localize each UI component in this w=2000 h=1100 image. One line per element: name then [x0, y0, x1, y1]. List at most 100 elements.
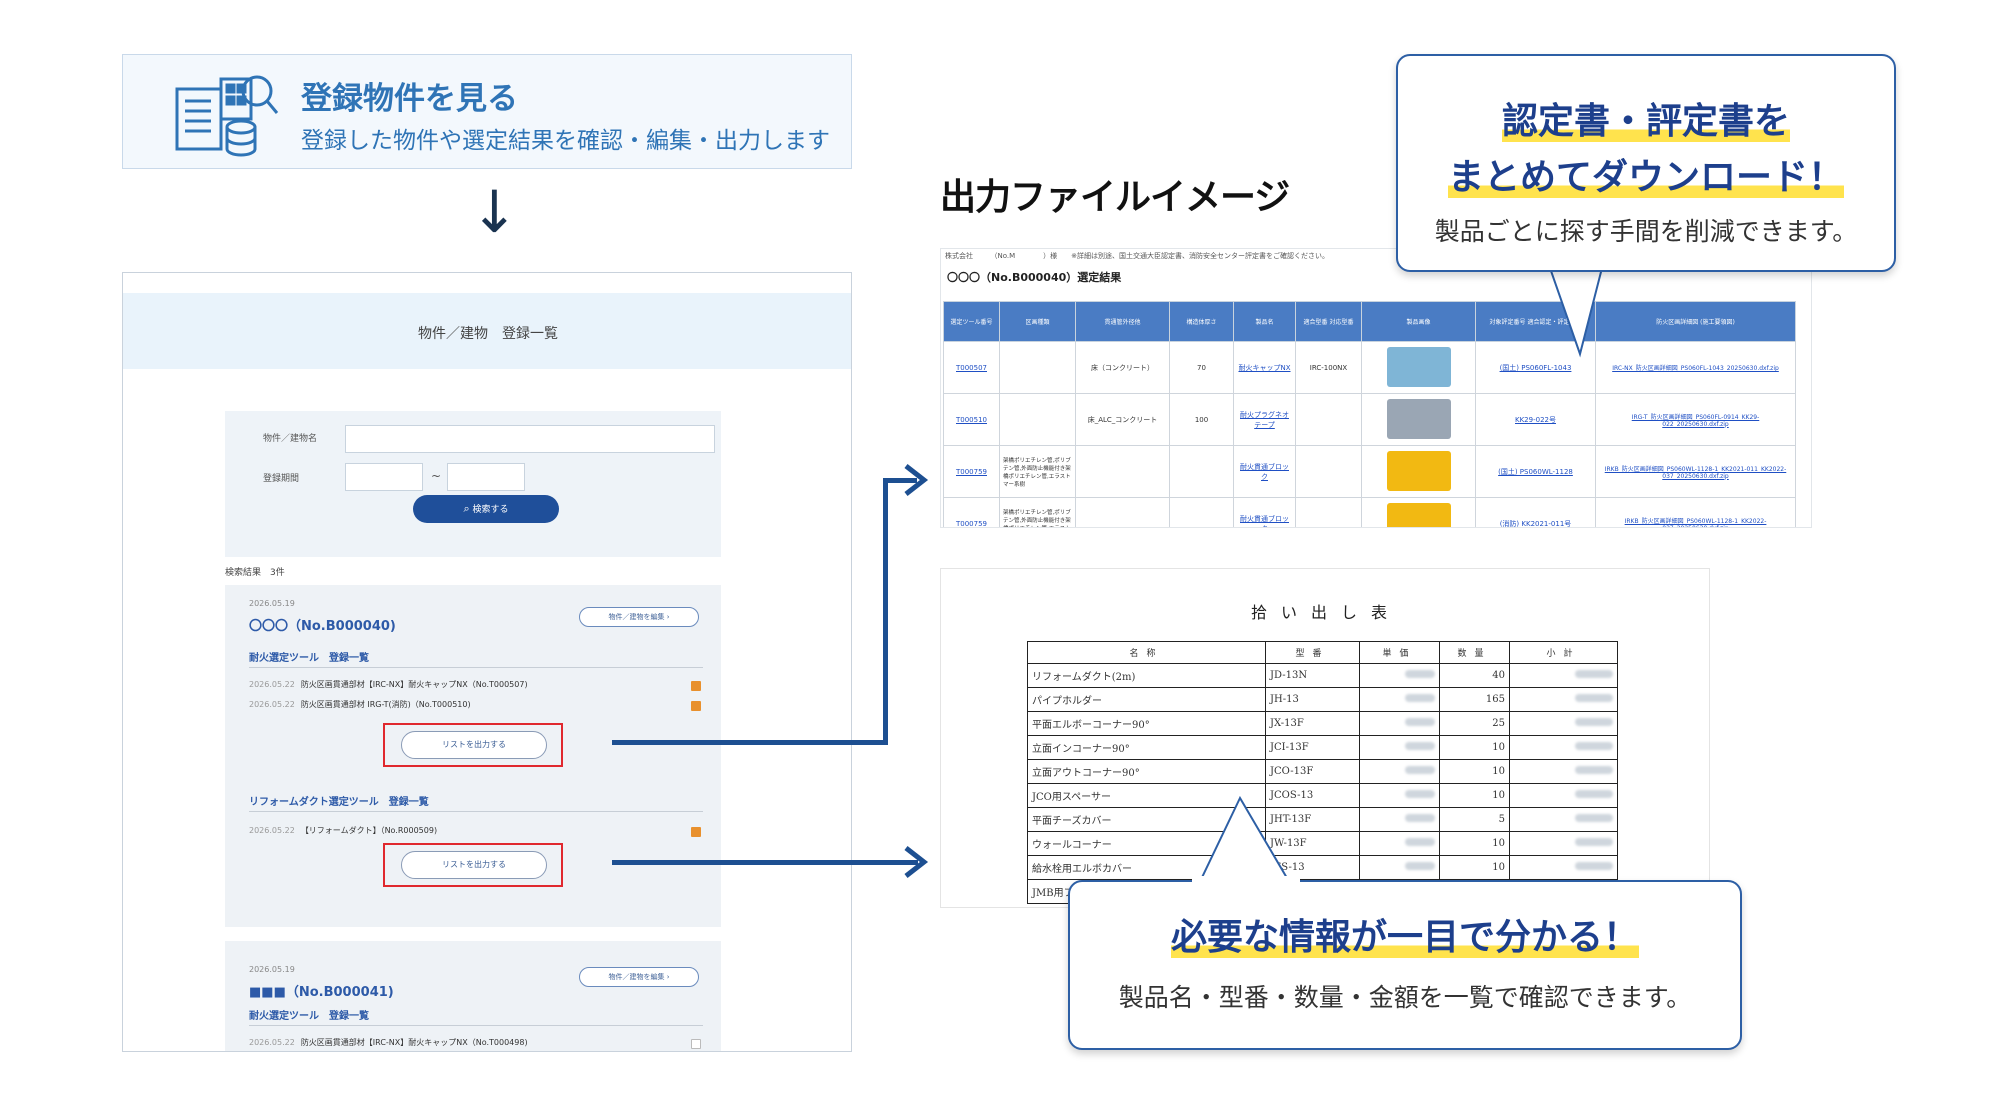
- edit-property-button[interactable]: 物件／建物を編集 ›: [579, 607, 699, 627]
- search-panel: 物件／建物名 登録期間 ~: [225, 411, 721, 557]
- property-name-input[interactable]: [345, 425, 715, 453]
- period-end-input[interactable]: [447, 463, 525, 491]
- table-cell: [1509, 711, 1618, 736]
- connector-line: [883, 478, 888, 745]
- connector-line: [612, 740, 888, 745]
- table-cell[interactable]: (国土) PS060WL-1128: [1475, 445, 1596, 498]
- table-row: 給水栓用エルボカバー JES-13 10: [1027, 855, 1618, 880]
- takeoff-column-header: 単価: [1359, 641, 1440, 664]
- product-image: [1361, 445, 1476, 498]
- search-button[interactable]: ⌕ 検索する: [413, 495, 559, 523]
- table-cell: 5: [1439, 807, 1510, 832]
- table-cell: [1075, 497, 1170, 527]
- period-label: 登録期間: [263, 474, 300, 484]
- redacted-value: [1405, 814, 1435, 822]
- sheet-column-header: 適合型番 対応型番: [1295, 301, 1362, 342]
- down-arrow-icon: ↓: [470, 178, 519, 246]
- table-cell: [1509, 663, 1618, 688]
- table-cell: [1359, 807, 1440, 832]
- output-image-title: 出力ファイルイメージ: [940, 177, 1290, 218]
- item-date: 2026.05.22: [249, 1038, 295, 1047]
- arrow-right-icon: [904, 846, 929, 878]
- header-card[interactable]: 登録物件を見る 登録した物件や選定結果を確認・編集・出力します: [122, 54, 852, 169]
- table-cell[interactable]: T000507: [943, 341, 1000, 394]
- table-cell: [1295, 445, 1362, 498]
- takeoff-column-header: 型番: [1265, 641, 1360, 664]
- table-cell[interactable]: IRC-NX_防火区画詳細図_PS060FL-1043_20250630.dxf…: [1595, 341, 1796, 394]
- table-cell: 平面エルボーコーナー90°: [1027, 711, 1266, 736]
- tool-title: 耐火選定ツール 登録一覧: [249, 1011, 369, 1022]
- sheet-column-header: 貫通管外径他: [1075, 301, 1170, 342]
- item-date: 2026.05.22: [249, 700, 295, 709]
- table-row: リフォームダクト(2m) JD-13N 40: [1027, 663, 1618, 688]
- redacted-value: [1405, 838, 1435, 846]
- edit-property-button[interactable]: 物件／建物を編集 ›: [579, 967, 699, 987]
- table-cell[interactable]: (消防) KK2021-011号: [1475, 497, 1596, 527]
- table-cell: JH-13: [1265, 687, 1360, 712]
- sheet-caption: 〇〇〇（No.B000040）選定結果: [947, 271, 1122, 284]
- item-date: 2026.05.22: [249, 826, 295, 835]
- redacted-value: [1405, 790, 1435, 798]
- callout-text: 製品ごとに探す手間を削減できます。: [1434, 217, 1858, 246]
- export-list-button[interactable]: リストを出力する: [401, 851, 547, 879]
- sheet-header: 株式会社 （No.M ）様 ※詳細は別途、国土交通大臣認定書、消防安全センター評…: [945, 252, 1330, 260]
- item-checkbox[interactable]: [691, 827, 701, 837]
- page-title: 物件／建物 登録一覧: [418, 326, 558, 342]
- item-date: 2026.05.22: [249, 680, 295, 689]
- takeoff-title: 拾い出し表: [1250, 603, 1401, 622]
- table-cell: [1359, 759, 1440, 784]
- redacted-value: [1405, 718, 1435, 726]
- redacted-value: [1575, 790, 1613, 798]
- callout-pointer: [1548, 268, 1604, 358]
- arrow-right-icon: [904, 464, 929, 496]
- redacted-value: [1575, 814, 1613, 822]
- tilde: ~: [431, 469, 442, 483]
- search-icon: ⌕: [463, 502, 470, 515]
- callout-headline: まとめてダウンロード！: [1447, 157, 1844, 198]
- item-checkbox[interactable]: [691, 681, 701, 691]
- table-cell: [1359, 711, 1440, 736]
- redacted-value: [1575, 742, 1613, 750]
- tool-title: リフォームダクト選定ツール 登録一覧: [249, 797, 429, 808]
- table-cell: [1509, 759, 1618, 784]
- product-image: [1361, 497, 1476, 527]
- takeoff-table: 名称 型番 単価 数量 小計 リフォームダクト(2m) JD-13N 40 パイプホルダー JH…: [1027, 641, 1618, 904]
- takeoff-column-header: 名称: [1027, 641, 1266, 664]
- export-list-button[interactable]: リストを出力する: [401, 731, 547, 759]
- sheet-column-header: 製品画像: [1361, 301, 1476, 342]
- item-checkbox[interactable]: [691, 701, 701, 711]
- table-cell[interactable]: 耐火貫通ブロック: [1233, 497, 1296, 527]
- item-checkbox[interactable]: [691, 1039, 701, 1049]
- table-cell[interactable]: 耐火貫通ブロック: [1233, 445, 1296, 498]
- table-cell: [1169, 497, 1234, 527]
- table-row: 平面エルボーコーナー90° JX-13F 25: [1027, 711, 1618, 736]
- result-card: 2026.05.19 ■■■（No.B000041) 物件／建物を編集 › 耐火…: [225, 941, 721, 1051]
- table-cell[interactable]: 耐火プラグネオテープ: [1233, 393, 1296, 446]
- period-start-input[interactable]: [345, 463, 423, 491]
- callout-download: 認定書・評定書を まとめてダウンロード！ 製品ごとに探す手間を削減できます。: [1396, 54, 1896, 272]
- table-cell[interactable]: 耐火キャップNX: [1233, 341, 1296, 394]
- list-item: 2026.05.22 【リフォームダクト】（No.R000509): [249, 825, 437, 836]
- table-cell[interactable]: T000510: [943, 393, 1000, 446]
- table-cell: 100: [1169, 393, 1234, 446]
- table-cell: JX-13F: [1265, 711, 1360, 736]
- result-name: ■■■（No.B000041): [249, 985, 394, 1000]
- table-cell[interactable]: IRG-T_防火区画詳細図_PS060FL-0914_KK29-022_2025…: [1595, 393, 1796, 446]
- table-cell: [999, 393, 1076, 446]
- table-cell: [1169, 445, 1234, 498]
- redacted-value: [1575, 718, 1613, 726]
- table-cell: パイプホルダー: [1027, 687, 1266, 712]
- table-cell: JCO-13F: [1265, 759, 1360, 784]
- table-cell: 立面アウトコーナー90°: [1027, 759, 1266, 784]
- product-photo: [1386, 450, 1451, 491]
- table-cell[interactable]: IRKB_防火区画詳細図_PS060WL-1128-1_KK2022-037_2…: [1595, 497, 1796, 527]
- table-cell[interactable]: IRKB_防火区画詳細図_PS060WL-1128-1_KK2021-011_K…: [1595, 445, 1796, 498]
- table-cell: [1509, 831, 1618, 856]
- table-cell[interactable]: KK29-022号: [1475, 393, 1596, 446]
- table-cell[interactable]: T000759: [943, 497, 1000, 527]
- table-cell: 床（コンクリート）: [1075, 341, 1170, 394]
- table-cell[interactable]: T000759: [943, 445, 1000, 498]
- table-cell: 10: [1439, 783, 1510, 808]
- product-image: [1361, 393, 1476, 446]
- list-item: 2026.05.22 防火区画貫通部材 IRG-T(消防)（No.T000510): [249, 699, 471, 710]
